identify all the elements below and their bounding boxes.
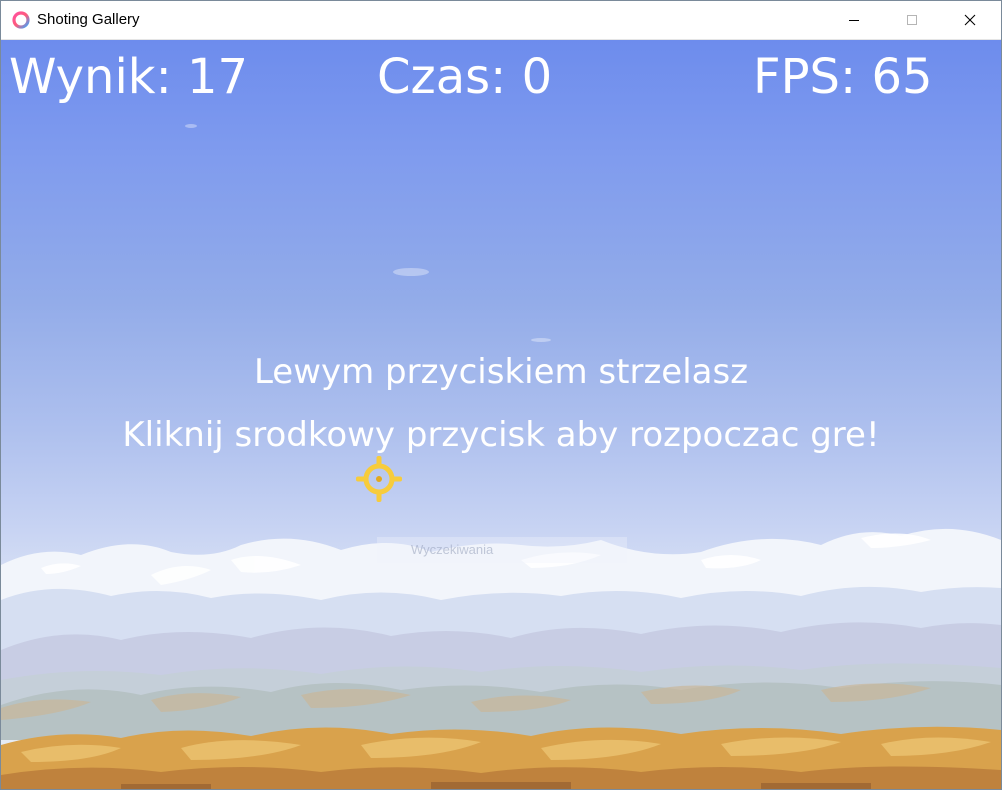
app-ring-icon — [12, 11, 30, 29]
game-canvas[interactable]: Wynik: 17 Czas: 0 FPS: 65 Lewym przycisk… — [1, 40, 1001, 789]
game-window: Shoting Gallery Wynik: 17 Czas: 0 FPS: 6… — [0, 0, 1002, 790]
minimize-icon — [849, 20, 859, 21]
maximize-icon — [907, 15, 917, 25]
instruction-start: Kliknij srodkowy przycisk aby rozpoczac … — [122, 415, 880, 455]
instruction-shoot: Lewym przyciskiem strzelasz — [253, 352, 749, 392]
faint-overlay-label: Wyczekiwania — [377, 537, 627, 563]
title-bar[interactable]: Shoting Gallery — [1, 1, 1001, 40]
close-icon — [964, 14, 976, 26]
crosshair-icon — [356, 456, 402, 502]
window-title: Shoting Gallery — [37, 11, 140, 28]
time-display: Czas: 0 — [377, 49, 553, 105]
score-display: Wynik: 17 — [9, 49, 249, 105]
close-button[interactable] — [941, 1, 999, 39]
minimize-button[interactable] — [825, 1, 883, 39]
maximize-button[interactable] — [883, 1, 941, 39]
fps-display: FPS: 65 — [753, 49, 933, 105]
